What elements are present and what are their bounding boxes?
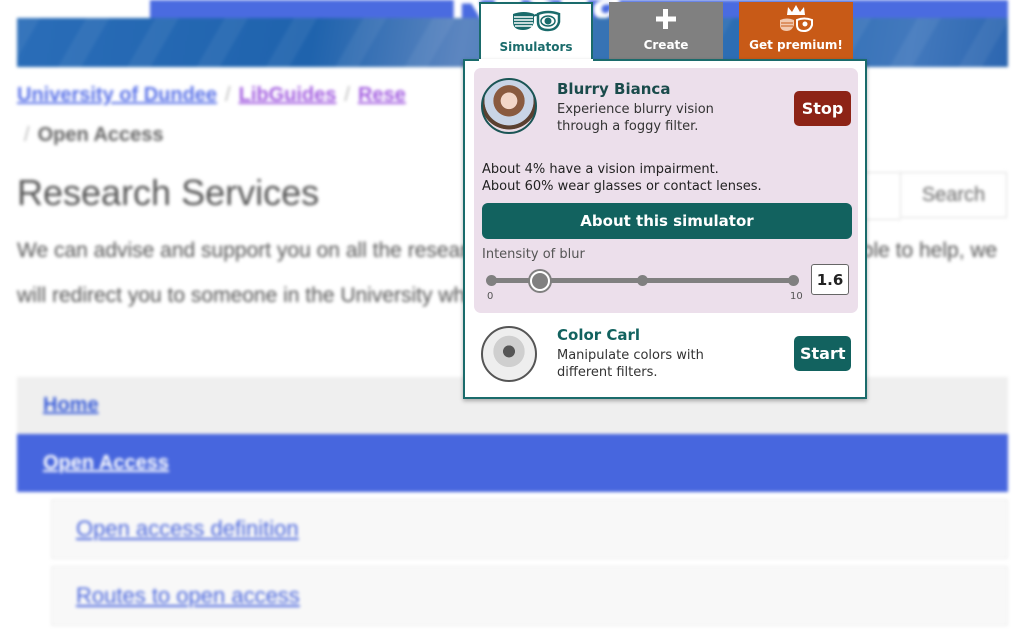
- slider-value-box[interactable]: 1.6: [811, 264, 849, 295]
- breadcrumb-separator: /: [225, 84, 231, 106]
- guide-nav: Home Open Access Open access definition …: [17, 377, 1008, 626]
- breadcrumb-separator: /: [24, 124, 30, 146]
- slider-min-label: 0: [487, 291, 494, 302]
- about-simulator-button[interactable]: About this simulator: [482, 203, 852, 239]
- nav-item-open-access[interactable]: Open Access: [17, 434, 1008, 492]
- popup-body: Blurry Bianca Experience blurry vision t…: [463, 59, 867, 399]
- start-button[interactable]: Start: [794, 336, 851, 371]
- breadcrumb-university[interactable]: University of Dundee: [17, 84, 217, 106]
- breadcrumb-separator: /: [344, 84, 350, 106]
- slider-tick: [637, 275, 648, 286]
- simulator-stats: About 4% have a vision impairment. About…: [482, 161, 762, 195]
- breadcrumb-current-label: Open Access: [37, 124, 164, 146]
- breadcrumb-research[interactable]: Rese: [358, 84, 406, 106]
- tab-simulators[interactable]: Simulators: [479, 2, 593, 60]
- nav-subitem-routes[interactable]: Routes to open access: [51, 566, 1008, 626]
- slider-tick: [788, 275, 799, 286]
- plus-icon: [609, 6, 723, 36]
- crown-glasses-icon: [739, 5, 853, 36]
- avatar-bianca: [481, 78, 537, 134]
- simulator-description: Manipulate colors with different filters…: [557, 348, 704, 380]
- simulator-name: Blurry Bianca: [557, 80, 671, 98]
- tab-premium[interactable]: Get premium!: [739, 2, 853, 59]
- stop-button[interactable]: Stop: [794, 91, 851, 126]
- breadcrumb-current: / Open Access: [24, 124, 164, 147]
- popup-tabs: Simulators Create Get premium!: [463, 0, 867, 60]
- glasses-icon: [481, 8, 591, 38]
- slider-max-label: 10: [790, 291, 803, 302]
- stat-line: About 60% wear glasses or contact lenses…: [482, 179, 762, 194]
- avatar-carl: [481, 326, 537, 382]
- tab-create[interactable]: Create: [609, 2, 723, 59]
- simulator-card-blurry-bianca: Blurry Bianca Experience blurry vision t…: [474, 68, 858, 313]
- simulator-card-color-carl: Color Carl Manipulate colors with differ…: [474, 319, 858, 389]
- tab-premium-label: Get premium!: [749, 38, 843, 52]
- tab-create-label: Create: [643, 38, 689, 52]
- slider-label: Intensity of blur: [482, 247, 585, 262]
- simulator-name: Color Carl: [557, 326, 641, 344]
- stat-line: About 4% have a vision impairment.: [482, 162, 719, 177]
- tab-simulators-label: Simulators: [499, 40, 573, 54]
- search-button[interactable]: Search: [900, 172, 1007, 218]
- breadcrumb-libguides[interactable]: LibGuides: [239, 84, 337, 106]
- nav-subitem-definition[interactable]: Open access definition: [51, 499, 1008, 559]
- blur-intensity-slider[interactable]: [486, 271, 799, 291]
- simulator-description: Experience blurry vision through a foggy…: [557, 102, 714, 134]
- slider-thumb[interactable]: [530, 271, 551, 291]
- slider-tick: [486, 275, 497, 286]
- breadcrumb: University of Dundee / LibGuides / Rese: [17, 84, 406, 107]
- page-title: Research Services: [17, 172, 320, 213]
- simulator-popup: Simulators Create Get premium! Blurry Bi…: [463, 0, 867, 400]
